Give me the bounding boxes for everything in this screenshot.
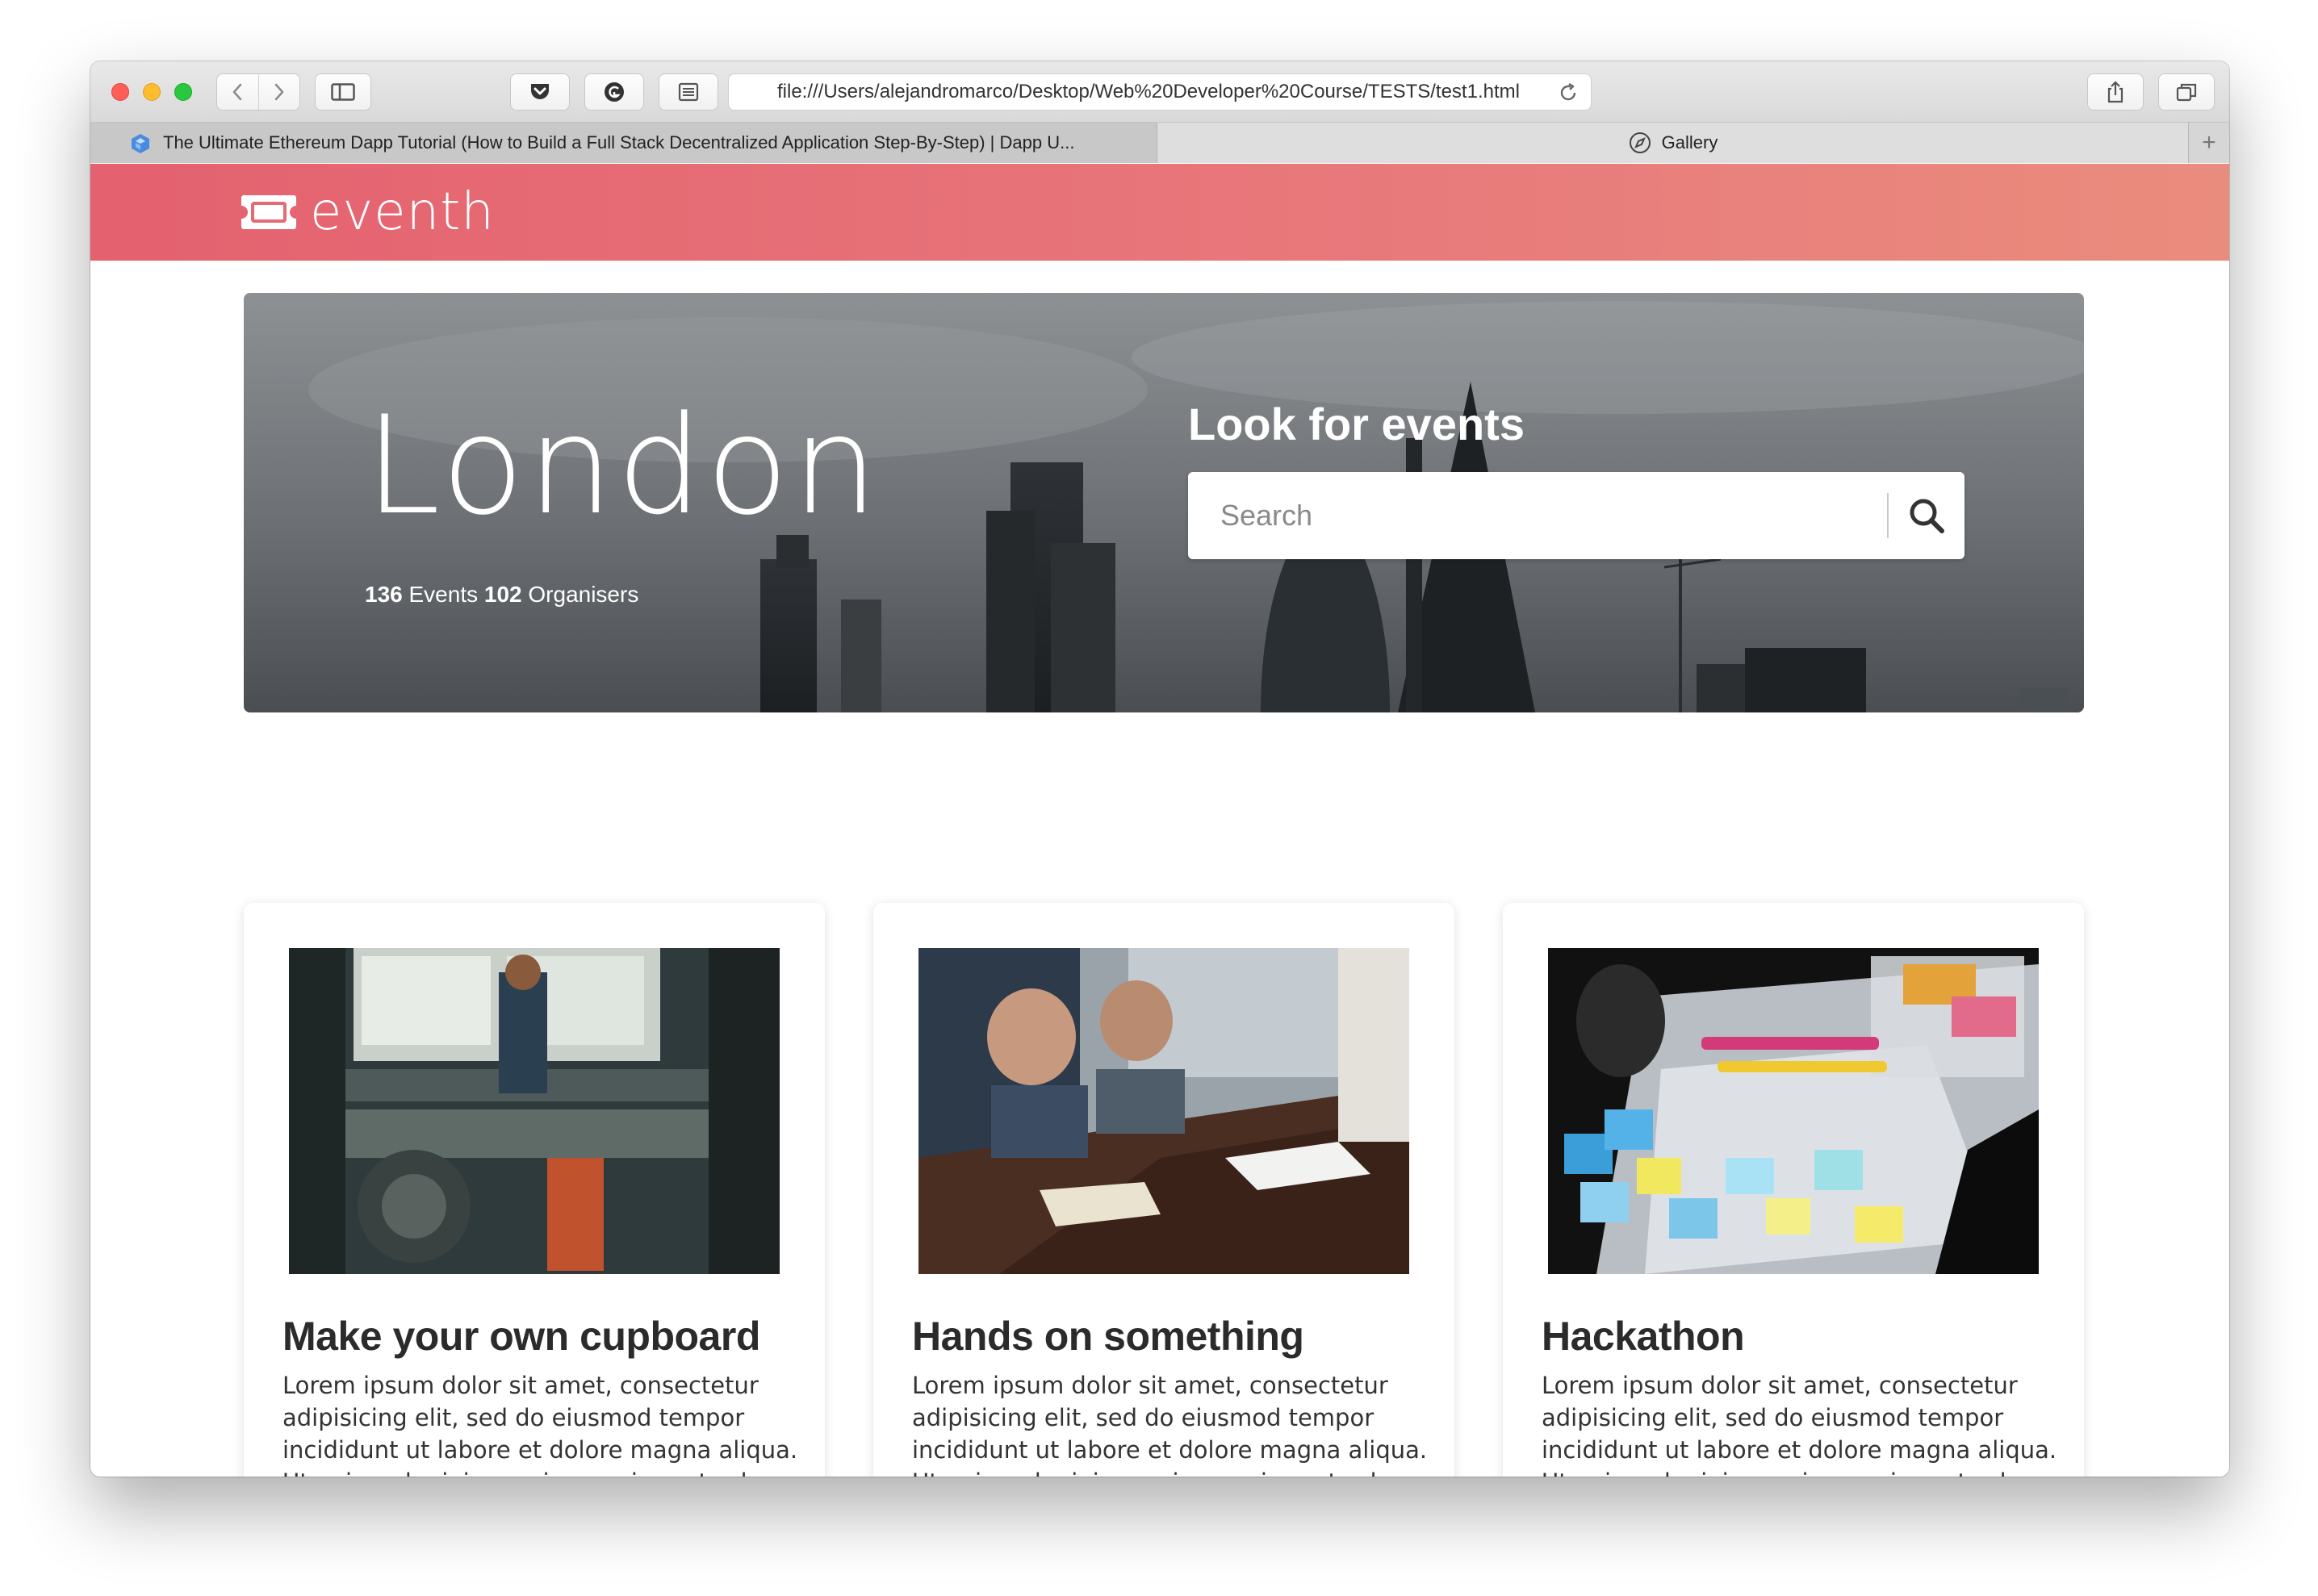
event-card[interactable]: Hands on something Lorem ipsum dolor sit…: [873, 903, 1454, 1477]
search-icon: [1910, 499, 1944, 533]
hackathon-image: [1548, 948, 2039, 1274]
ticket-logo-icon: [241, 195, 296, 229]
close-window-button[interactable]: [111, 83, 129, 101]
reader-button[interactable]: [659, 73, 718, 111]
search-button[interactable]: [1889, 472, 1964, 559]
card-description: Lorem ipsum dolor sit amet, consectetur …: [1542, 1372, 2057, 1477]
tab-label: The Ultimate Ethereum Dapp Tutorial (How…: [163, 132, 1075, 152]
history-nav: [216, 73, 300, 111]
forward-icon: [274, 83, 284, 101]
browser-window: file:///Users/alejandromarco/Desktop/Web…: [90, 61, 2229, 1477]
event-search-input[interactable]: [1188, 472, 1887, 559]
hero-city-name: London: [365, 386, 881, 545]
reader-icon: [678, 82, 699, 102]
card-description: Lorem ipsum dolor sit amet, consectetur …: [912, 1372, 1428, 1477]
tab-gallery[interactable]: Gallery: [1157, 123, 2188, 163]
hero-stats: 136 Events 102 Organisers: [365, 582, 638, 608]
forward-button[interactable]: [257, 74, 299, 110]
pocket-icon: [531, 84, 549, 99]
grammarly-button[interactable]: [584, 73, 644, 111]
organisers-count: 102: [483, 582, 522, 607]
zoom-window-button[interactable]: [174, 83, 192, 101]
tab-bar: The Ultimate Ethereum Dapp Tutorial (How…: [90, 123, 2229, 163]
card-title: Hackathon: [1542, 1314, 1745, 1359]
site-header: eventh: [90, 164, 2229, 261]
workshop-image: [289, 948, 780, 1274]
search-heading: Look for events: [1188, 399, 1525, 449]
reload-button[interactable]: [1557, 81, 1580, 110]
logo-text: eventh: [310, 182, 495, 242]
events-label: Events: [402, 582, 484, 607]
events-count: 136: [365, 582, 403, 607]
pocket-button[interactable]: [510, 73, 570, 111]
sidebar-icon: [331, 83, 355, 101]
sidebar-button[interactable]: [315, 73, 371, 111]
back-icon: [233, 83, 242, 101]
web-page: eventh London 136 Events 102 Organisers …: [90, 164, 2229, 1477]
address-url: file:///Users/alejandromarco/Desktop/Web…: [777, 81, 1520, 102]
browser-toolbar: file:///Users/alejandromarco/Desktop/Web…: [90, 61, 2229, 123]
minimize-window-button[interactable]: [143, 83, 161, 101]
card-description: Lorem ipsum dolor sit amet, consectetur …: [282, 1372, 798, 1477]
reload-icon: [1560, 82, 1576, 101]
back-button[interactable]: [217, 74, 258, 110]
share-button[interactable]: [2087, 73, 2144, 111]
tabs-overview-icon: [2176, 83, 2197, 102]
card-title: Hands on something: [912, 1314, 1304, 1359]
tab-label: Gallery: [1661, 132, 1718, 152]
compass-icon: [1629, 132, 1651, 153]
event-search-box: [1188, 472, 1964, 559]
meeting-image: [918, 948, 1409, 1274]
address-bar[interactable]: file:///Users/alejandromarco/Desktop/Web…: [728, 73, 1592, 111]
hero-banner: London 136 Events 102 Organisers Look fo…: [244, 293, 2084, 712]
tabs-overview-button[interactable]: [2158, 73, 2215, 111]
card-title: Make your own cupboard: [282, 1314, 760, 1359]
share-icon: [2107, 81, 2123, 103]
event-card[interactable]: Make your own cupboard Lorem ipsum dolor…: [244, 903, 825, 1477]
grammarly-icon: [605, 82, 624, 102]
site-logo[interactable]: eventh: [239, 186, 495, 238]
event-card[interactable]: Hackathon Lorem ipsum dolor sit amet, co…: [1503, 903, 2084, 1477]
dapp-favicon-icon: [132, 134, 149, 153]
tab-ethereum-tutorial[interactable]: The Ultimate Ethereum Dapp Tutorial (How…: [90, 123, 1157, 163]
new-tab-button[interactable]: +: [2188, 123, 2229, 163]
organisers-label: Organisers: [521, 582, 639, 607]
